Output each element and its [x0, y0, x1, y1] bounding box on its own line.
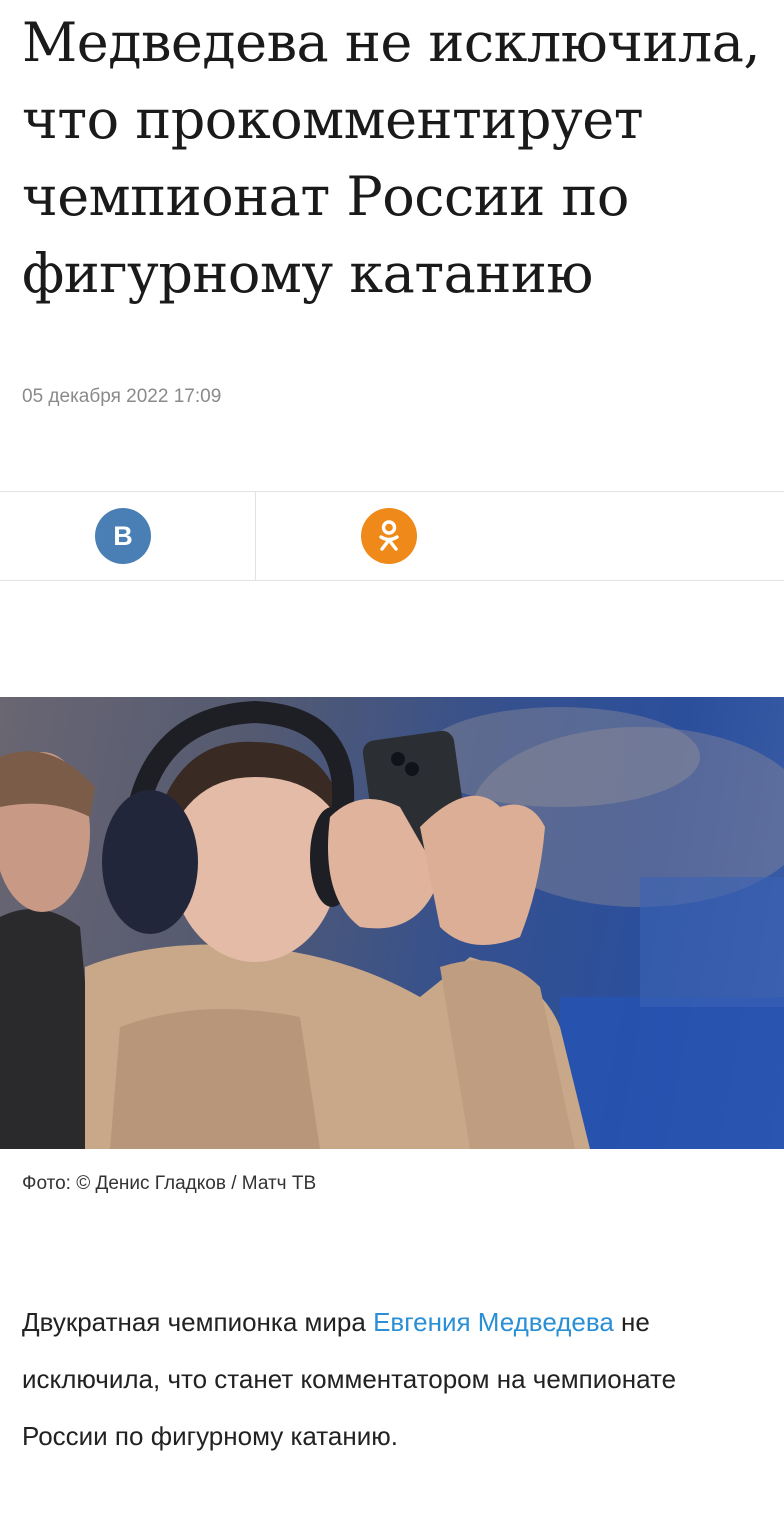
article-photo: [0, 697, 784, 1149]
article-title: Медведева не исключила, что прокомментир…: [22, 11, 761, 305]
body-text-start: Двукратная чемпионка мира: [22, 1307, 374, 1337]
share-divider: [255, 492, 256, 580]
vk-share-button[interactable]: В: [95, 508, 151, 564]
photo-caption: Фото: © Денис Гладков / Матч ТВ: [22, 1173, 317, 1194]
vk-icon: В: [113, 520, 133, 551]
article-date: 05 декабря 2022 17:09: [22, 386, 222, 407]
ok-share-button[interactable]: [361, 508, 417, 564]
odnoklassniki-icon: [379, 520, 399, 551]
person-link[interactable]: Евгения Медведева: [373, 1307, 614, 1337]
article-body: Двукратная чемпионка мира Евгения Медвед…: [22, 1294, 762, 1465]
share-bar: В: [0, 491, 784, 581]
